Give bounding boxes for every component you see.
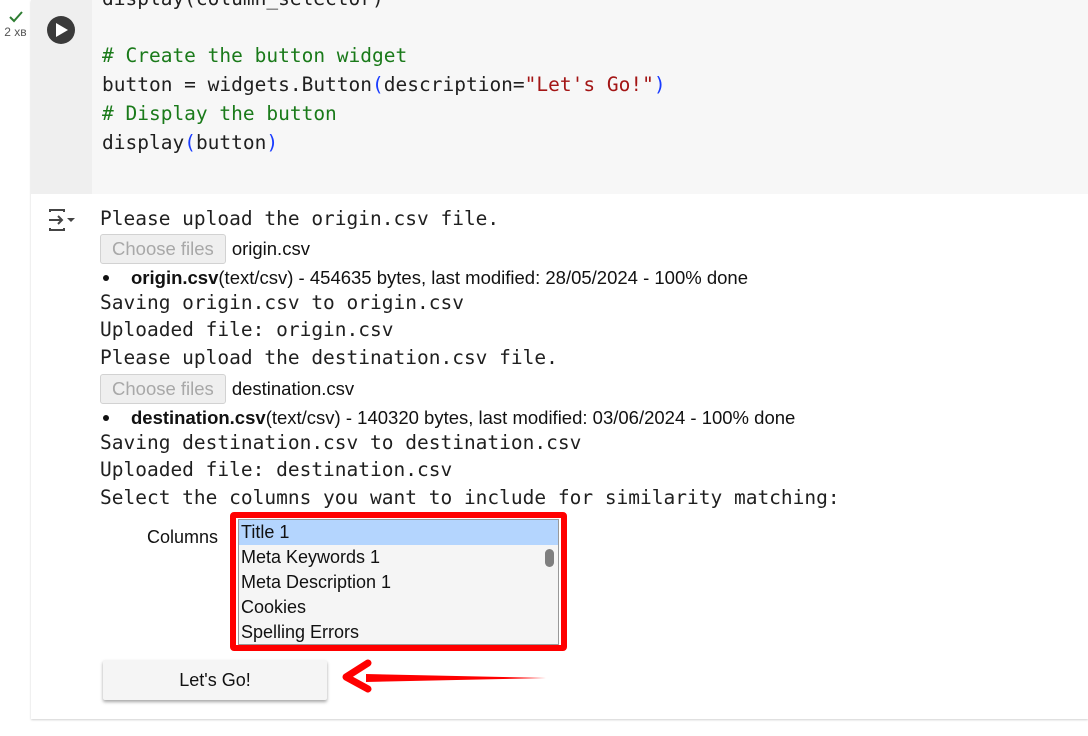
column-option-cookies[interactable]: Cookies [239,595,558,620]
run-cell-button[interactable] [47,16,75,44]
lets-go-button[interactable]: Let's Go! [103,660,327,700]
origin-file-name: origin.csv [131,267,219,288]
output-text: Uploaded file: destination.csv [100,458,453,481]
code-paren: ) [266,130,279,154]
code-token: description= [383,73,525,97]
cell-execution-status: 2 хв [0,10,31,39]
code-comment: # Create the button widget [102,44,408,68]
origin-choose-files-button[interactable]: Choose files [100,234,226,264]
origin-file-info: origin.csv (text/csv) - 454635 bytes, las… [100,267,748,289]
code-line-partial: display(column_selector) [102,0,384,10]
play-icon [56,23,68,37]
destination-choose-files-button[interactable]: Choose files [100,374,226,404]
output-text: Please upload the origin.csv file. [100,207,500,230]
column-option-spelling-errors[interactable]: Spelling Errors [239,620,558,644]
destination-upload-widget: Choose files destination.csv [100,374,354,404]
output-text: Please upload the destination.csv file. [100,346,558,369]
code-gutter [31,0,92,194]
column-option-meta-keywords-1[interactable]: Meta Keywords 1 [239,545,558,570]
output-collapse-icon [49,209,75,231]
origin-chosen-file: origin.csv [231,238,310,259]
column-option-title-1[interactable]: Title 1 [239,520,558,545]
code-paren: ) [653,73,666,97]
code-paren: ( [184,130,196,154]
code-token: button [195,130,267,154]
destination-file-info: destination.csv (text/csv) - 140320 bytes… [100,407,795,429]
columns-multiselect[interactable]: Title 1 Meta Keywords 1 Meta Description… [238,519,559,645]
output-text: Uploaded file: origin.csv [100,318,394,341]
cell-output: Please upload the origin.csv file. Choos… [31,194,1088,719]
bullet-icon [103,275,109,281]
origin-upload-widget: Choose files origin.csv [100,234,310,264]
output-text: Saving origin.csv to origin.csv [100,291,464,314]
check-icon [8,11,23,23]
columns-label: Columns [147,527,219,547]
execution-time: 2 хв [4,25,27,39]
code-token: button = widgets.Button [102,73,373,97]
destination-file-details: (text/csv) - 140320 bytes, last modified… [265,407,796,428]
columns-scrollbar[interactable] [545,549,554,567]
code-paren: ( [372,73,384,97]
code-token: display [102,130,185,154]
code-string: "Let's Go!" [524,73,654,97]
code-comment: # Display the button [102,101,337,125]
output-text: Select the columns you want to include f… [100,486,840,509]
code-editor[interactable]: display(column_selector) # Create the bu… [31,0,1088,194]
column-option-meta-description-1[interactable]: Meta Description 1 [239,570,558,595]
annotation-arrow-icon [342,659,546,693]
destination-file-name: destination.csv [131,407,266,428]
origin-file-details: (text/csv) - 454635 bytes, last modified… [218,267,749,288]
bullet-icon [103,415,109,421]
code-text[interactable]: display(column_selector) # Create the bu… [102,0,666,157]
output-toggle-button[interactable] [47,208,77,232]
destination-chosen-file: destination.csv [231,378,355,399]
output-text: Saving destination.csv to destination.cs… [100,431,582,454]
